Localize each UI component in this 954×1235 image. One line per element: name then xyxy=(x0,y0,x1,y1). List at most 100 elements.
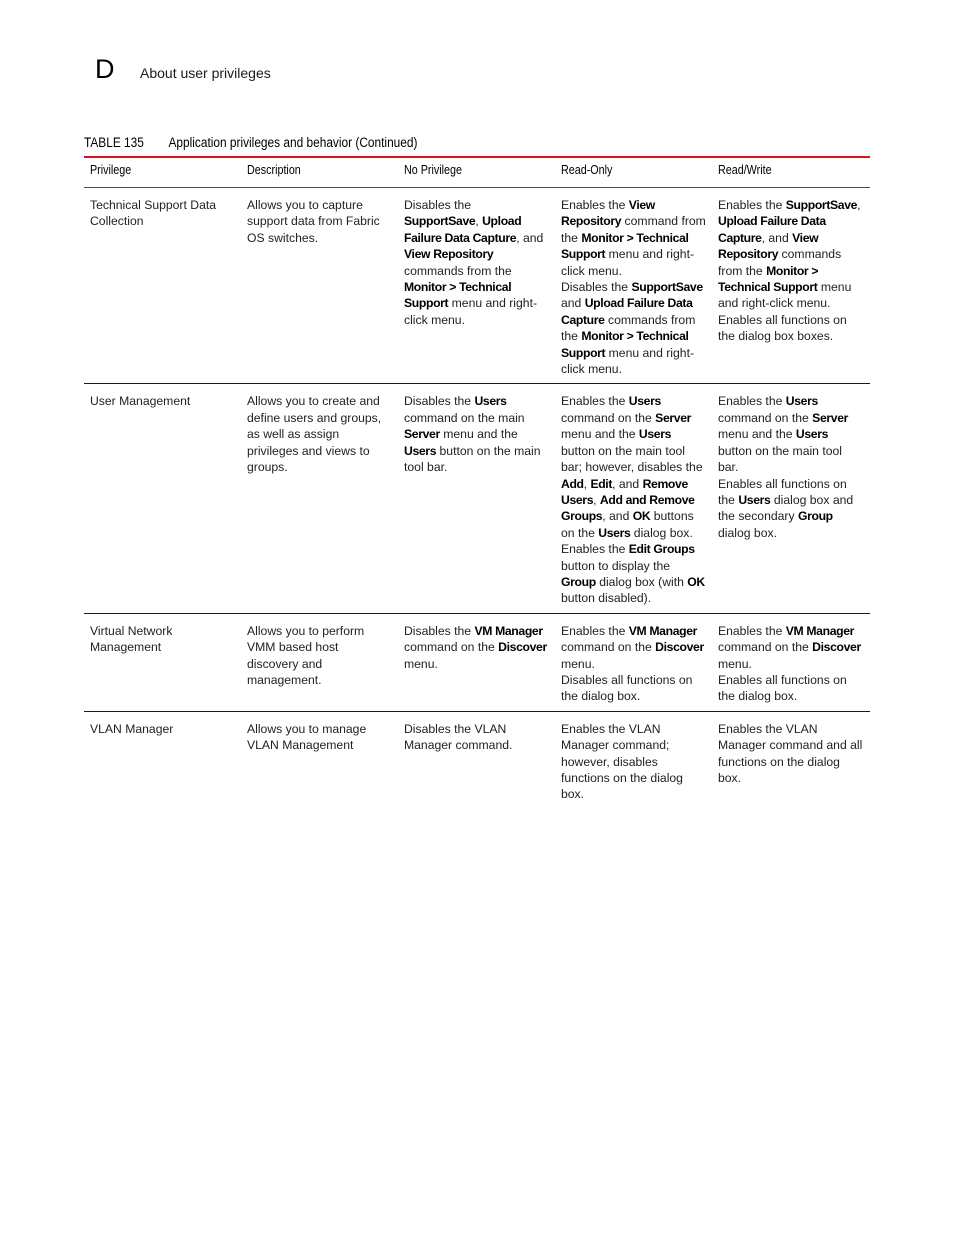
ui-term: SupportSave xyxy=(404,214,476,229)
table-row: Technical Support Data Collection Allows… xyxy=(84,188,870,384)
table-caption: TABLE 135 Application privileges and beha… xyxy=(84,135,417,150)
cell-paragraph: Disables all functions on the dialog box… xyxy=(561,672,706,705)
chapter-letter: D xyxy=(95,54,115,84)
ui-term: Discover xyxy=(498,640,547,655)
column-header-description: Description xyxy=(247,163,301,177)
cell-description: Allows you to perform VMM based host dis… xyxy=(247,623,365,687)
text-run: command on the xyxy=(561,410,656,425)
text-run: Enables the VLAN Manager command; howeve… xyxy=(561,721,683,802)
section-title: About user privileges xyxy=(140,65,271,81)
ui-term: Group xyxy=(561,574,596,589)
cell-paragraph: Disables the SupportSave, Upload Failure… xyxy=(404,197,549,328)
text-run: menu. xyxy=(561,656,595,671)
cell-paragraph: Enables the VM Manager command on the Di… xyxy=(561,623,706,672)
cell-paragraph: Disables the SupportSave and Upload Fail… xyxy=(561,279,706,377)
text-run: Disables the xyxy=(404,198,472,212)
ui-term: Server xyxy=(812,410,849,425)
cell-paragraph: Enables all functions on the dialog box. xyxy=(718,672,864,705)
ui-term: VM Manager xyxy=(785,623,855,638)
text-run: button disabled). xyxy=(561,591,652,606)
privileges-table: Privilege Description No Privilege Read-… xyxy=(84,156,870,809)
text-run: command on the xyxy=(718,640,813,655)
cell-no-privilege: Disables the VLAN Manager command. xyxy=(398,711,555,809)
cell-read-write: Enables the Users command on the Server … xyxy=(712,384,870,613)
ui-term: Users xyxy=(404,443,437,458)
ui-term: VM Manager xyxy=(474,623,543,638)
ui-term: SupportSave xyxy=(785,198,858,212)
ui-term: Discover xyxy=(655,640,704,655)
cell-paragraph: Disables the VLAN Manager command. xyxy=(404,721,549,754)
ui-term: OK xyxy=(632,509,651,524)
table-row: Virtual Network Management Allows you to… xyxy=(84,613,870,712)
column-header-read-only: Read-Only xyxy=(561,163,613,177)
text-run: , and xyxy=(761,230,793,245)
table-title: Application privileges and behavior (Con… xyxy=(168,135,418,150)
ui-term: Users xyxy=(785,394,818,409)
cell-read-only: Enables the VM Manager command on the Di… xyxy=(555,613,712,711)
ui-term: Group xyxy=(797,509,833,524)
text-run: Disables all functions on the dialog box… xyxy=(561,672,693,704)
text-run: menu and the xyxy=(561,427,639,442)
text-run: , and xyxy=(612,476,643,491)
cell-privilege: Technical Support Data Collection xyxy=(90,198,217,229)
text-run: commands from the xyxy=(404,263,512,278)
ui-term: SupportSave xyxy=(631,280,703,295)
ui-term: Users xyxy=(738,492,771,507)
text-run: Enables all functions on the dialog box … xyxy=(718,312,847,344)
text-run: Disables the xyxy=(404,623,475,638)
ui-term: OK xyxy=(687,574,705,589)
text-run: , xyxy=(857,198,861,212)
text-run: menu. xyxy=(404,656,438,671)
ui-term: Users xyxy=(628,394,661,409)
cell-read-only: Enables the View Repository command from… xyxy=(555,188,712,384)
text-run: command on the main xyxy=(404,410,525,425)
table-row: VLAN Manager Allows you to manage VLAN M… xyxy=(84,711,870,809)
text-run: Enables the xyxy=(561,542,629,557)
text-run: menu and the xyxy=(718,427,796,442)
ui-term: View Repository xyxy=(404,247,494,262)
ui-term: Server xyxy=(404,427,440,442)
text-run: command on the xyxy=(718,410,813,425)
cell-read-only: Enables the Users command on the Server … xyxy=(555,384,712,613)
text-run: command on the xyxy=(561,640,656,655)
cell-paragraph: Enables the VM Manager command on the Di… xyxy=(718,623,864,672)
ui-term: Users xyxy=(598,525,631,540)
text-run: command on the xyxy=(404,640,499,655)
text-run: , and xyxy=(602,509,633,524)
ui-term: VM Manager xyxy=(628,623,698,638)
table-number: TABLE 135 xyxy=(84,135,144,150)
ui-term: Edit xyxy=(590,476,613,491)
text-run: , and xyxy=(516,230,544,245)
cell-paragraph: Enables the VLAN Manager command and all… xyxy=(718,721,864,787)
cell-no-privilege: Disables the VM Manager command on the D… xyxy=(398,613,555,711)
ui-term: Edit Groups xyxy=(628,542,695,557)
text-run: Disables the VLAN Manager command. xyxy=(404,721,513,753)
text-run: Enables the xyxy=(718,623,786,638)
text-run: Enables all functions on the dialog box. xyxy=(718,672,847,704)
cell-paragraph: Enables the SupportSave, Upload Failure … xyxy=(718,197,864,312)
text-run: menu. xyxy=(718,656,752,671)
cell-read-write: Enables the VLAN Manager command and all… xyxy=(712,711,870,809)
text-run: Enables the xyxy=(561,394,629,409)
text-run: Enables the xyxy=(561,623,629,638)
ui-term: Discover xyxy=(812,640,861,655)
text-run: Enables the VLAN Manager command and all… xyxy=(718,721,863,785)
text-run: , xyxy=(593,492,600,507)
table-row: User Management Allows you to create and… xyxy=(84,384,870,614)
cell-privilege: User Management xyxy=(90,394,191,409)
cell-no-privilege: Disables the SupportSave, Upload Failure… xyxy=(398,188,555,384)
cell-paragraph: Disables the VM Manager command on the D… xyxy=(404,623,549,672)
text-run: dialog box. xyxy=(630,525,693,540)
cell-paragraph: Enables the Users command on the Server … xyxy=(718,393,864,475)
ui-term: Server xyxy=(655,410,692,425)
cell-paragraph: Enables the Edit Groups button to displa… xyxy=(561,541,706,607)
cell-description: Allows you to capture support data from … xyxy=(247,198,380,245)
text-run: Disables the xyxy=(404,394,475,409)
column-header-privilege: Privilege xyxy=(90,163,132,177)
text-run: dialog box. xyxy=(718,525,777,540)
text-run: button on the main tool bar. xyxy=(718,443,842,475)
cell-read-only: Enables the VLAN Manager command; howeve… xyxy=(555,711,712,809)
cell-read-write: Enables the SupportSave, Upload Failure … xyxy=(712,188,870,384)
ui-term: Users xyxy=(474,394,507,409)
cell-read-write: Enables the VM Manager command on the Di… xyxy=(712,613,870,711)
